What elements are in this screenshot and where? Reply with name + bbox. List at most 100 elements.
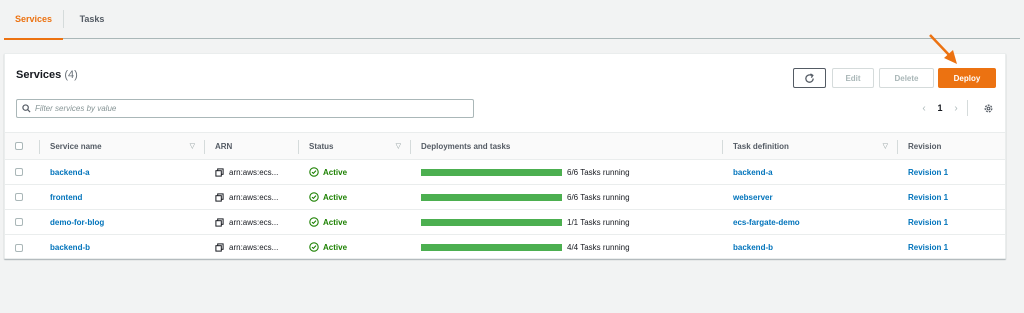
tasks-progress-fill xyxy=(421,243,562,251)
tasks-running-text: 1/1 Tasks running xyxy=(567,217,630,227)
copy-icon[interactable] xyxy=(215,192,224,202)
service-name-link[interactable]: backend-b xyxy=(50,243,90,252)
select-all-header xyxy=(5,132,40,160)
pagination: ‹ 1 › xyxy=(917,100,963,116)
service-name-link[interactable]: demo-for-blog xyxy=(50,218,104,227)
sort-down-icon[interactable]: ▽ xyxy=(396,142,401,150)
tasks-progress-bar xyxy=(421,168,562,176)
task-definition-cell: ecs-fargate-demo xyxy=(723,209,898,235)
panel-title-text: Services xyxy=(16,69,62,81)
task-definition-link[interactable]: ecs-fargate-demo xyxy=(733,218,800,227)
column-header-label: Deployments and tasks xyxy=(421,141,511,151)
services-panel: Services (4) Edit Delete Deploy ‹ 1 › xyxy=(4,53,1006,259)
arn-cell: arn:aws:ecs... xyxy=(205,159,299,185)
service-name-link[interactable]: backend-a xyxy=(50,168,90,177)
copy-icon[interactable] xyxy=(215,167,224,177)
revision-link[interactable]: Revision 1 xyxy=(908,243,948,252)
gear-icon[interactable] xyxy=(981,101,995,115)
column-header-status[interactable]: Status ▽ xyxy=(299,132,411,160)
sort-down-icon[interactable]: ▽ xyxy=(190,142,195,150)
column-header-label: Service name xyxy=(50,141,102,151)
chevron-left-icon[interactable]: ‹ xyxy=(917,103,931,114)
tasks-running-text: 6/6 Tasks running xyxy=(567,167,630,177)
column-header-label: Status xyxy=(309,141,334,151)
revision-link[interactable]: Revision 1 xyxy=(908,218,948,227)
column-header-label: Revision xyxy=(908,141,942,151)
task-definition-cell: webserver xyxy=(723,184,898,210)
row-checkbox[interactable] xyxy=(15,218,23,227)
revision-link[interactable]: Revision 1 xyxy=(908,168,948,177)
task-definition-link[interactable]: webserver xyxy=(733,193,773,202)
pager-divider xyxy=(967,100,968,116)
search-box xyxy=(16,99,474,118)
task-definition-cell: backend-b xyxy=(723,235,898,260)
tasks-progress-fill xyxy=(421,218,562,226)
copy-icon[interactable] xyxy=(215,243,224,252)
column-header-label: Task definition xyxy=(733,141,789,151)
row-select-cell xyxy=(5,184,40,210)
row-select-cell xyxy=(5,159,40,185)
deploy-button[interactable]: Deploy xyxy=(938,68,996,88)
tasks-running-text: 6/6 Tasks running xyxy=(567,192,630,202)
delete-button[interactable]: Delete xyxy=(879,68,934,88)
arn-value: arn:aws:ecs... xyxy=(229,192,279,202)
tab-tasks[interactable]: Tasks xyxy=(64,0,120,39)
column-header-deployments: Deployments and tasks xyxy=(411,132,723,160)
copy-icon[interactable] xyxy=(215,217,224,227)
search-input[interactable] xyxy=(35,104,465,113)
table-row[interactable]: frontend arn:aws:ecs... Active 6/6 Tasks… xyxy=(5,184,1005,210)
deployments-cell: 6/6 Tasks running xyxy=(411,184,723,210)
row-checkbox[interactable] xyxy=(15,193,23,202)
status-cell: Active xyxy=(299,235,411,260)
revision-cell: Revision 1 xyxy=(898,235,1005,260)
table-row[interactable]: demo-for-blog arn:aws:ecs... Active 1/1 … xyxy=(5,209,1005,235)
success-check-icon xyxy=(309,167,319,177)
revision-cell: Revision 1 xyxy=(898,209,1005,235)
row-checkbox[interactable] xyxy=(15,243,23,252)
search-icon xyxy=(17,100,35,117)
sort-down-icon[interactable]: ▽ xyxy=(883,142,888,150)
status-text: Active xyxy=(323,217,348,227)
deployments-cell: 6/6 Tasks running xyxy=(411,159,723,185)
arn-value: arn:aws:ecs... xyxy=(229,167,279,177)
table-header-row: Service name ▽ ARN Status ▽ Deployments an… xyxy=(5,132,1005,160)
success-check-icon xyxy=(309,242,319,252)
revision-link[interactable]: Revision 1 xyxy=(908,193,948,202)
column-header-revision: Revision xyxy=(898,132,1005,160)
tasks-running-text: 4/4 Tasks running xyxy=(567,242,630,252)
service-name-cell: demo-for-blog xyxy=(40,209,205,235)
deployments-cell: 4/4 Tasks running xyxy=(411,235,723,260)
table-row[interactable]: backend-b arn:aws:ecs... Active 4/4 Task… xyxy=(5,235,1005,260)
arn-value: arn:aws:ecs... xyxy=(229,242,279,252)
success-check-icon xyxy=(309,192,319,202)
current-page[interactable]: 1 xyxy=(931,103,949,113)
refresh-icon xyxy=(805,72,814,83)
chevron-right-icon[interactable]: › xyxy=(949,103,963,114)
edit-button[interactable]: Edit xyxy=(832,68,874,88)
row-select-cell xyxy=(5,235,40,260)
tasks-progress-bar xyxy=(421,193,562,201)
panel-title: Services (4) xyxy=(16,69,78,81)
tasks-progress-fill xyxy=(421,193,562,201)
tab-services[interactable]: Services xyxy=(4,0,63,40)
status-cell: Active xyxy=(299,184,411,210)
arn-cell: arn:aws:ecs... xyxy=(205,209,299,235)
column-header-service-name[interactable]: Service name ▽ xyxy=(40,132,205,160)
select-all-checkbox[interactable] xyxy=(15,142,23,151)
status-text: Active xyxy=(323,167,348,177)
table-row[interactable]: backend-a arn:aws:ecs... Active 6/6 Task… xyxy=(5,159,1005,185)
row-select-cell xyxy=(5,209,40,235)
service-name-link[interactable]: frontend xyxy=(50,193,82,202)
tasks-progress-bar xyxy=(421,243,562,251)
tab-bar: Services Tasks xyxy=(4,0,1020,40)
task-definition-link[interactable]: backend-a xyxy=(733,168,773,177)
services-table: Service name ▽ ARN Status ▽ Deployments an… xyxy=(5,132,1005,260)
tasks-progress-fill xyxy=(421,168,562,176)
refresh-button[interactable] xyxy=(793,68,826,88)
task-definition-cell: backend-a xyxy=(723,159,898,185)
task-definition-link[interactable]: backend-b xyxy=(733,243,773,252)
column-header-task-definition[interactable]: Task definition ▽ xyxy=(723,132,898,160)
service-name-cell: frontend xyxy=(40,184,205,210)
row-checkbox[interactable] xyxy=(15,168,23,177)
revision-cell: Revision 1 xyxy=(898,159,1005,185)
